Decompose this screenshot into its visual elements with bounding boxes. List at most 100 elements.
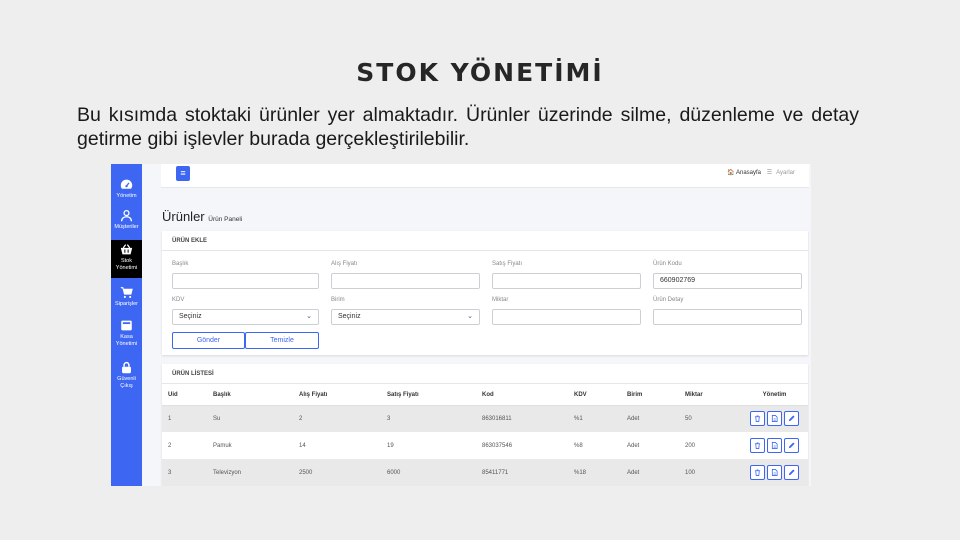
- app-screenshot: Yönetim Müşteriler Stok Yönetimi Sipariş…: [111, 164, 811, 486]
- trash-icon: [754, 415, 761, 423]
- trash-icon: [754, 442, 761, 449]
- code-input[interactable]: 660902769: [653, 273, 802, 289]
- title-label: Başlık: [172, 261, 189, 267]
- column-header: Uid: [162, 385, 207, 406]
- menu-toggle-button[interactable]: ≡: [176, 166, 190, 181]
- sidebar-item-label: Güvenli Çıkış: [117, 376, 136, 389]
- sidebar-item-stock[interactable]: Stok Yönetimi: [111, 240, 142, 278]
- table-cell: 100: [679, 459, 741, 486]
- column-header: Kod: [476, 385, 568, 406]
- column-header: Miktar: [679, 385, 741, 406]
- title-input[interactable]: [172, 273, 319, 289]
- settings-icon: ☰: [766, 170, 773, 176]
- product-list-header: ÜRÜN LİSTESİ: [162, 364, 808, 384]
- table-cell: Su: [207, 405, 293, 432]
- home-link[interactable]: Anasayfa: [736, 170, 761, 176]
- add-product-card: ÜRÜN EKLE Başlık Alış Fiyatı Satış Fiyat…: [162, 231, 808, 355]
- sell-price-input[interactable]: [492, 273, 641, 289]
- row-actions: [741, 459, 808, 486]
- table-cell: Adet: [621, 405, 679, 432]
- sidebar-item-dashboard[interactable]: Yönetim: [111, 178, 142, 200]
- pencil-icon: [788, 415, 795, 422]
- sidebar-item-orders[interactable]: Siparişler: [111, 286, 142, 308]
- kdv-select[interactable]: Seçiniz ⌄: [172, 309, 319, 325]
- table-cell: Televizyon: [207, 459, 293, 486]
- file-icon: [771, 442, 778, 449]
- edit-button[interactable]: [784, 438, 799, 453]
- column-header: Başlık: [207, 385, 293, 406]
- delete-button[interactable]: [750, 438, 765, 453]
- page-subtitle: Ürün Paneli: [208, 216, 243, 223]
- sidebar-item-label: Siparişler: [115, 301, 138, 307]
- pencil-icon: [788, 469, 795, 476]
- page-title-text: Ürünler: [162, 209, 205, 224]
- column-header: Alış Fiyatı: [293, 385, 381, 406]
- buy-price-label: Alış Fiyatı: [331, 261, 358, 267]
- table-cell: 863016811: [476, 405, 568, 432]
- table-cell: Pamuk: [213, 442, 232, 449]
- kdv-label: KDV: [172, 297, 185, 303]
- add-product-header: ÜRÜN EKLE: [162, 231, 808, 251]
- table-cell: 863037546: [482, 442, 513, 449]
- table-cell: 6000: [381, 459, 476, 486]
- chevron-down-icon: ⌄: [306, 313, 312, 320]
- row-actions: [741, 405, 808, 432]
- kdv-selected: Seçiniz: [179, 313, 202, 320]
- settings-link[interactable]: Ayarlar: [776, 170, 795, 176]
- table-cell: Adet: [627, 442, 640, 449]
- submit-button[interactable]: Gönder: [172, 332, 245, 349]
- sidebar-item-customers[interactable]: Müşteriler: [111, 209, 142, 231]
- file-icon: [771, 415, 778, 423]
- sidebar-item-label: Yönetim: [116, 193, 137, 199]
- detail-input[interactable]: [653, 309, 802, 325]
- home-icon: 🏠: [727, 170, 735, 176]
- buy-price-input[interactable]: [331, 273, 480, 289]
- edit-button[interactable]: [784, 465, 799, 480]
- table-cell: 19: [387, 442, 394, 449]
- table-row: 1 Su 2 3 863016811 %1 Adet 50: [162, 405, 808, 432]
- detail-label: Ürün Detay: [653, 297, 684, 303]
- table-cell: %1: [568, 405, 621, 432]
- table-cell: %18: [568, 459, 621, 486]
- slide-description: Bu kısımda stoktaki ürünler yer almaktad…: [77, 104, 859, 150]
- unit-select[interactable]: Seçiniz ⌄: [331, 309, 480, 325]
- edit-button[interactable]: [784, 411, 799, 427]
- delete-button[interactable]: [750, 411, 765, 427]
- basket-icon: [120, 244, 133, 255]
- quantity-label: Miktar: [492, 297, 509, 303]
- dashboard-icon: [120, 179, 133, 189]
- detail-button[interactable]: [767, 438, 782, 453]
- detail-button[interactable]: [767, 465, 782, 480]
- table-cell: %8: [574, 442, 583, 449]
- clear-button[interactable]: Temizle: [245, 332, 319, 349]
- trash-icon: [754, 469, 761, 476]
- column-header: KDV: [568, 385, 621, 406]
- sidebar: Yönetim Müşteriler Stok Yönetimi Sipariş…: [111, 164, 142, 486]
- row-actions: [741, 432, 808, 459]
- code-label: Ürün Kodu: [653, 261, 682, 267]
- user-icon: [120, 209, 133, 222]
- table-cell: 3: [381, 405, 476, 432]
- cart-icon: [120, 287, 133, 299]
- column-header: Satış Fiyatı: [381, 385, 476, 406]
- product-table: Uid Başlık Alış Fiyatı Satış Fiyatı Kod …: [162, 385, 808, 486]
- table-header-row: Uid Başlık Alış Fiyatı Satış Fiyatı Kod …: [162, 385, 808, 406]
- unit-selected: Seçiniz: [338, 313, 361, 320]
- pencil-icon: [788, 442, 795, 449]
- detail-button[interactable]: [767, 411, 782, 427]
- table-row: 3 Televizyon 2500 6000 85411771 %18 Adet…: [162, 459, 808, 486]
- product-list-card: ÜRÜN LİSTESİ Uid Başlık Alış Fiyatı Satı…: [162, 364, 808, 486]
- quantity-input[interactable]: [492, 309, 641, 325]
- top-links: 🏠 Anasayfa ☰ Ayarlar: [727, 169, 795, 176]
- sidebar-item-logout[interactable]: Güvenli Çıkış: [111, 361, 142, 390]
- lock-icon: [122, 361, 131, 374]
- sidebar-item-cash[interactable]: Kasa Yönetimi: [111, 319, 142, 348]
- column-header: Birim: [621, 385, 679, 406]
- table-cell: 2: [168, 442, 172, 449]
- sell-price-label: Satış Fiyatı: [492, 261, 523, 267]
- page-title: Ürünler Ürün Paneli: [162, 209, 242, 224]
- delete-button[interactable]: [750, 465, 765, 480]
- table-cell: 2: [293, 405, 381, 432]
- table-row: 2 Pamuk 14 19 863037546 %8 Adet 200: [162, 432, 808, 459]
- table-cell: 2500: [293, 459, 381, 486]
